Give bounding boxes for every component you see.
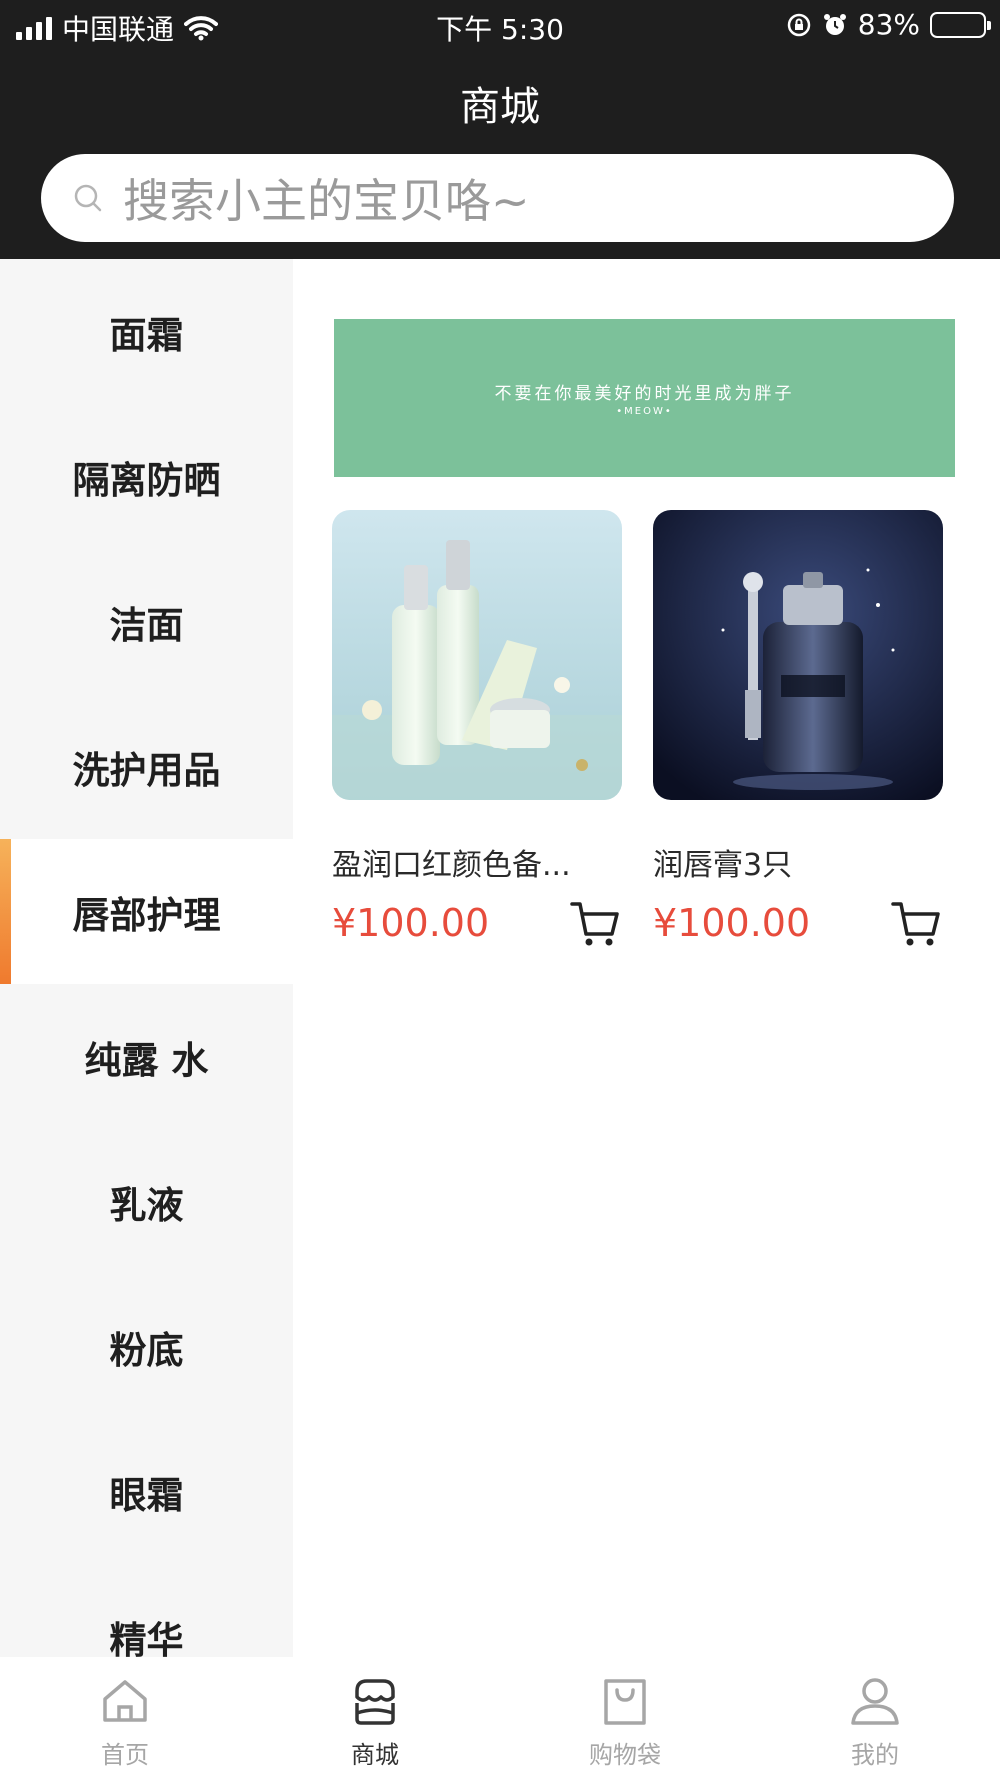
banner-subtext: •MEOW• — [616, 406, 673, 417]
cart-icon[interactable] — [568, 896, 622, 950]
product-name[interactable]: 润唇膏3只 — [653, 840, 943, 884]
tab-profile[interactable]: 我的 — [750, 1657, 1000, 1778]
bag-icon — [604, 1679, 646, 1725]
lancome-serum-image[interactable] — [653, 510, 943, 800]
tab-store[interactable]: 商城 — [250, 1657, 500, 1778]
category-sidebar: 面霜 隔离防晒 洁面 洗护用品 唇部护理 纯露 水 乳液 粉底 眼霜 精华 — [0, 259, 293, 1657]
search-input[interactable]: 搜索小主的宝贝咯~ — [123, 165, 530, 231]
tab-label: 商城 — [351, 1741, 399, 1769]
cart-icon[interactable] — [889, 896, 943, 950]
product-price-row: ¥100.00 — [653, 896, 943, 950]
category-item[interactable]: 精华 — [0, 1564, 293, 1658]
category-item[interactable]: 洁面 — [0, 549, 293, 694]
bottom-tabbar: 首页 商城 购物袋 我的 — [0, 1657, 1000, 1778]
product-name[interactable]: 盈润口红颜色备... — [332, 840, 622, 884]
tab-label: 我的 — [851, 1741, 899, 1769]
category-item[interactable]: 乳液 — [0, 1129, 293, 1274]
orientation-lock-icon — [787, 13, 811, 36]
category-item[interactable]: 隔离防晒 — [0, 404, 293, 549]
page-title: 商城 — [460, 84, 540, 130]
user-icon — [851, 1678, 899, 1725]
search-bar[interactable]: 搜索小主的宝贝咯~ — [41, 154, 954, 242]
header: 商城 搜索小主的宝贝咯~ — [0, 52, 1000, 259]
category-item[interactable]: 粉底 — [0, 1274, 293, 1419]
home-icon — [103, 1680, 147, 1722]
status-bar: 中国联通 下午 5:30 83% — [0, 0, 1000, 52]
battery-percent: 83% — [857, 8, 920, 41]
battery-icon — [930, 11, 991, 38]
product-price: ¥100.00 — [332, 901, 490, 945]
tab-home[interactable]: 首页 — [0, 1657, 250, 1778]
product-price: ¥100.00 — [653, 901, 811, 945]
tab-bag[interactable]: 购物袋 — [500, 1657, 750, 1778]
tab-label: 购物袋 — [589, 1741, 661, 1769]
product-card[interactable]: 润唇膏3只 ¥100.00 — [653, 510, 943, 950]
category-item[interactable]: 眼霜 — [0, 1419, 293, 1564]
category-item[interactable]: 面霜 — [0, 259, 293, 404]
alarm-icon — [823, 13, 846, 35]
category-item[interactable]: 洗护用品 — [0, 694, 293, 839]
promo-banner[interactable]: 不要在你最美好的时光里成为胖子 •MEOW• — [334, 319, 955, 477]
skincare-bottles-image[interactable] — [332, 510, 622, 800]
status-right: 83% — [786, 8, 991, 41]
search-icon — [74, 184, 102, 212]
tab-label: 首页 — [101, 1741, 149, 1769]
store-icon — [355, 1679, 395, 1725]
banner-text: 不要在你最美好的时光里成为胖子 — [494, 384, 795, 404]
category-item-active[interactable]: 唇部护理 — [0, 839, 293, 984]
category-item[interactable]: 纯露 水 — [0, 984, 293, 1129]
product-card[interactable]: 盈润口红颜色备... ¥100.00 — [332, 510, 622, 950]
product-price-row: ¥100.00 — [332, 896, 622, 950]
